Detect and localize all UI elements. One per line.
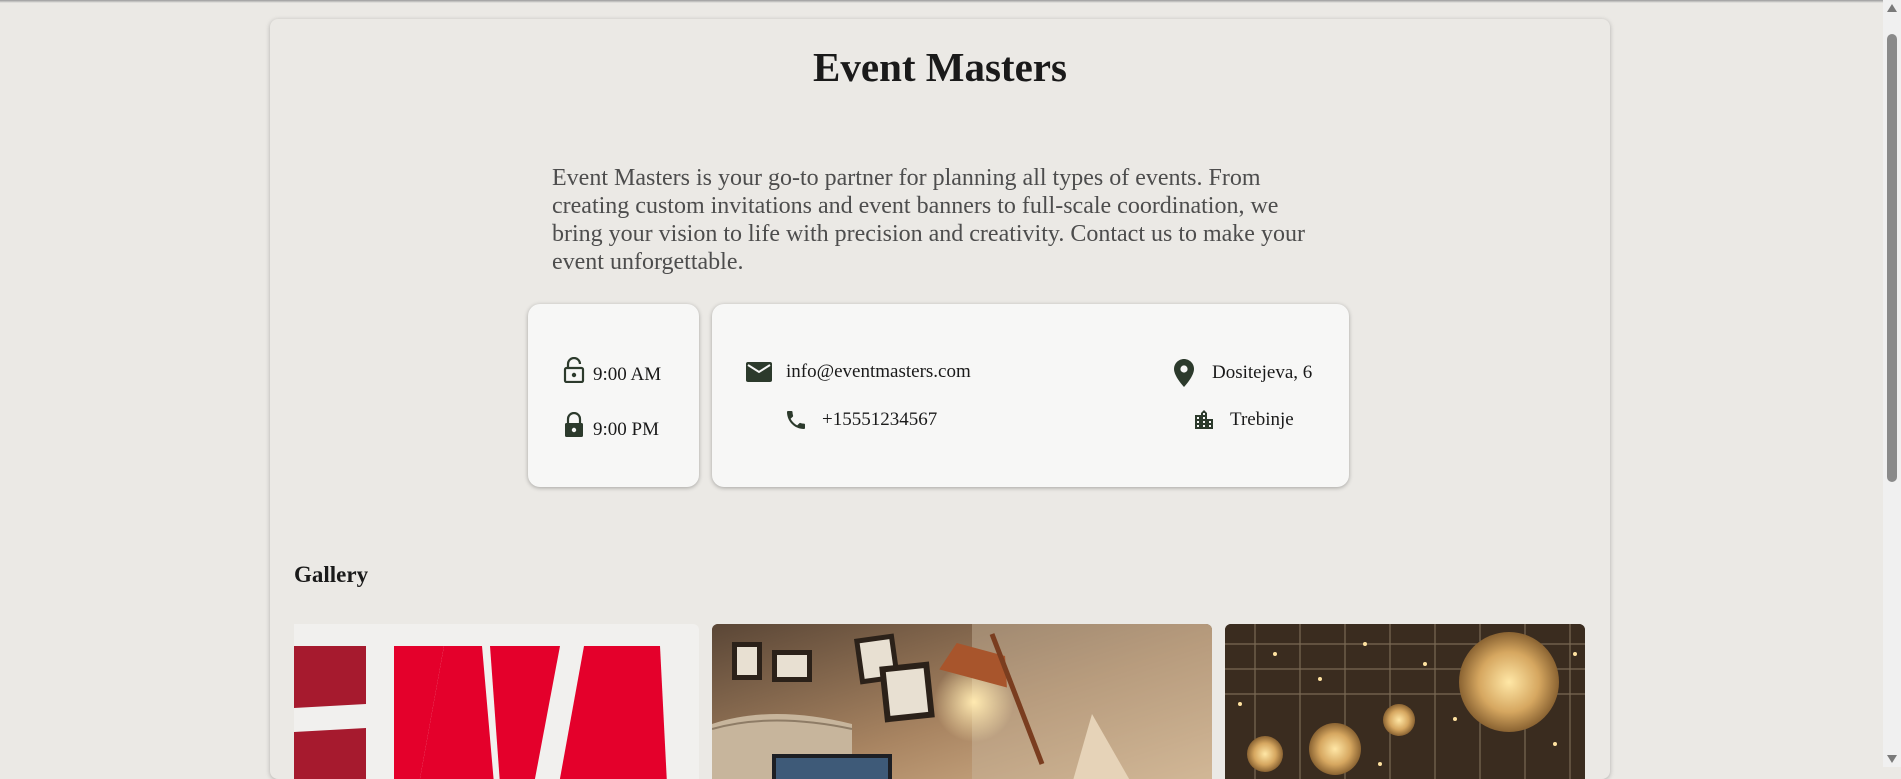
red-logo-graphic [294,646,667,779]
location-pin-icon [1174,359,1194,387]
opening-time-row: 9:00 AM [563,354,661,386]
gallery-image-logo[interactable] [294,624,699,779]
phone-icon [787,411,805,429]
browser-top-shadow [0,0,1883,3]
lock-open-icon [563,357,585,383]
email-link[interactable]: info@eventmasters.com [786,361,971,383]
scrollbar-thumb[interactable] [1887,34,1897,482]
business-description: Event Masters is your go-to partner for … [552,165,1305,275]
phone-row[interactable]: +15551234567 [784,408,937,432]
address-text[interactable]: Dositejeva, 6 [1212,362,1312,384]
office-photo [712,624,1212,779]
email-row[interactable]: info@eventmasters.com [746,361,971,383]
address-row[interactable]: Dositejeva, 6 [1174,359,1312,387]
contact-info-box: info@eventmasters.com +15551234567 Dosit… [712,304,1349,487]
opening-time: 9:00 AM [593,364,662,385]
closing-time-row: 9:00 PM [563,409,659,441]
chandelier-photo [1225,624,1585,779]
closing-time: 9:00 PM [593,419,659,440]
email-icon [746,362,772,382]
city-text: Trebinje [1230,409,1294,430]
scroll-down-arrow-icon[interactable] [1887,755,1897,763]
gallery-image-lights[interactable] [1225,624,1585,779]
lock-icon [565,412,583,437]
scroll-up-arrow-icon[interactable] [1887,4,1897,12]
gallery-heading: Gallery [294,562,369,587]
page-title: Event Masters [813,44,1067,90]
opening-hours-box: 9:00 AM 9:00 PM [528,304,699,487]
vertical-scrollbar[interactable] [1883,0,1901,767]
business-card: Event Masters Event Masters is your go-t… [270,19,1610,779]
phone-link[interactable]: +15551234567 [822,409,937,431]
gallery-image-office[interactable] [712,624,1212,779]
city-building-icon [1195,410,1213,429]
city-row: Trebinje [1192,408,1294,432]
